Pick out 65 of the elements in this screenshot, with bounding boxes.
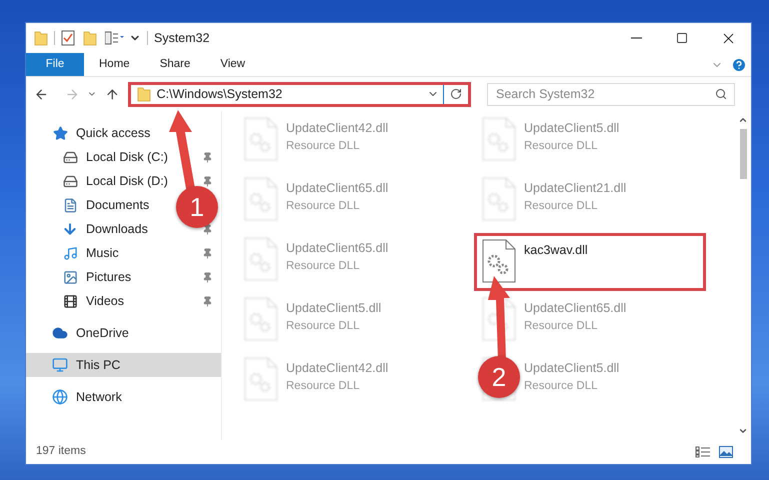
nav-item[interactable]: Downloads [86,220,148,238]
film-icon [62,294,78,308]
ribbon-tab[interactable]: Home [84,53,145,76]
status-text: 197 items [36,444,86,460]
nav-item[interactable]: Local Disk (D:) [86,172,168,190]
nav-item[interactable]: Pictures [86,268,132,286]
file-type: Resource DLL [286,138,361,154]
nav-item[interactable]: Videos [86,292,124,310]
tiles-view-icon[interactable] [719,446,733,458]
file-type: Resource DLL [524,378,599,394]
star-icon [52,126,68,140]
file-type: Resource DLL [286,258,361,274]
file-type: Resource DLL [286,318,361,334]
address-bar[interactable]: C:\Windows\System32 [128,82,472,106]
pin-icon[interactable] [202,248,213,258]
nav-item[interactable]: Network [26,385,221,409]
pin-icon[interactable] [202,296,213,306]
nav-item[interactable]: Quick access [26,121,221,145]
address-path: C:\Windows\System32 [156,86,284,103]
view-list-icon[interactable] [105,31,125,45]
pin-icon[interactable] [202,176,213,186]
monitor-icon [52,357,68,373]
file-type: Resource DLL [524,198,599,214]
pin-icon[interactable] [202,152,213,162]
back-icon[interactable] [34,86,49,102]
properties-icon[interactable] [61,30,75,46]
drive-icon [62,150,78,164]
file-type: Resource DLL [286,198,361,214]
file-type: Resource DLL [286,378,361,394]
ribbon-tab[interactable]: View [205,53,260,76]
download-icon [62,221,78,237]
new-folder-icon [83,30,97,46]
scroll-down-icon[interactable] [738,426,748,436]
scroll-thumb[interactable] [740,129,746,179]
picture-icon [62,270,78,284]
file-type: Resource DLL [524,318,599,334]
nav-item[interactable]: Documents [86,196,150,214]
maximize-icon [676,32,688,44]
window-title: System32 [154,30,210,47]
file-name[interactable]: kac3wav.dll [524,241,588,260]
up-icon[interactable] [105,86,120,102]
nav-item[interactable]: OneDrive [26,321,221,345]
document-icon [62,198,78,212]
network-icon [52,389,68,405]
search-icon [715,88,728,100]
search-field[interactable]: Search System32 [487,82,736,106]
minimize-icon [630,37,642,39]
file-type: Resource DLL [524,138,599,154]
folder-icon [136,86,151,102]
dll-file-icon [482,239,516,283]
nav-item[interactable]: This PC [26,353,221,377]
cloud-icon [52,325,68,341]
scroll-up-icon[interactable] [738,115,748,125]
folder-icon [34,30,48,46]
details-view-icon[interactable] [695,446,711,458]
ribbon-tab[interactable]: File [26,53,84,76]
music-note-icon [62,246,78,260]
help-icon[interactable] [731,56,747,72]
nav-item[interactable]: Music [86,244,119,262]
drive-icon [62,174,78,188]
pin-icon[interactable] [202,224,213,234]
ribbon-tab[interactable]: Share [144,53,206,76]
refresh-icon[interactable] [450,88,462,100]
nav-item[interactable]: Local Disk (C:) [86,148,168,166]
pin-icon[interactable] [202,272,213,282]
